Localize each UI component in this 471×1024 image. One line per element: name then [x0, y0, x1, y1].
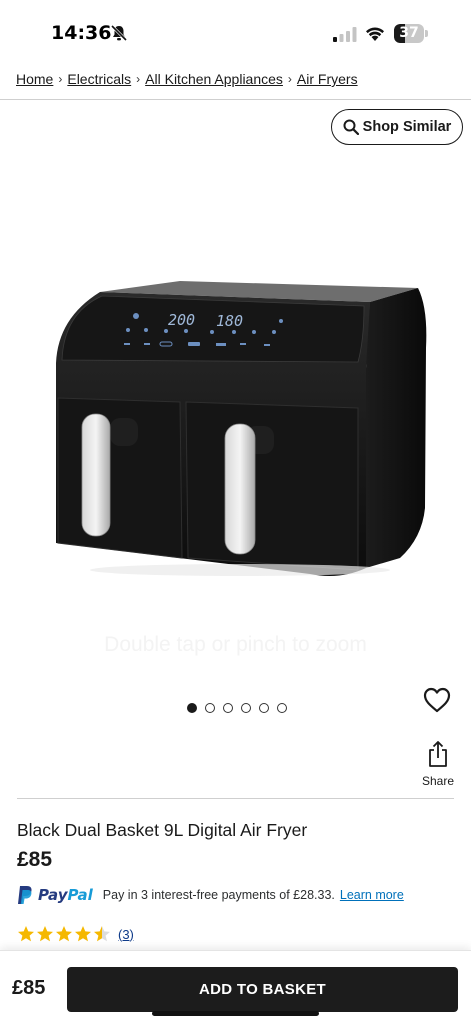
display-temp-left: 200: [168, 311, 195, 329]
home-indicator: [152, 1011, 319, 1016]
paypal-text: Pay in 3 interest-free payments of £28.3…: [102, 888, 335, 902]
breadcrumb-separator: ›: [287, 72, 292, 86]
star-icon: [75, 926, 91, 942]
carousel-dot[interactable]: [223, 703, 233, 713]
zoom-hint: Double tap or pinch to zoom: [104, 633, 367, 656]
product-image[interactable]: 200 180: [40, 268, 440, 588]
heart-icon[interactable]: [422, 686, 452, 714]
share-icon: [429, 741, 447, 767]
shop-similar-label: Shop Similar: [362, 119, 452, 135]
product-price: £85: [17, 848, 53, 871]
paypal-logo: PayPal: [38, 886, 93, 904]
carousel-dot[interactable]: [277, 703, 287, 713]
shop-similar-button[interactable]: Shop Similar: [331, 109, 463, 145]
breadcrumb-separator: ›: [136, 72, 141, 86]
share-button[interactable]: Share: [415, 740, 461, 790]
breadcrumb-kitchen-appliances[interactable]: All Kitchen Appliances: [145, 71, 283, 87]
star-icon: [56, 926, 72, 942]
breadcrumb-air-fryers[interactable]: Air Fryers: [297, 71, 358, 87]
paypal-logo-icon: [18, 886, 32, 904]
battery-level: 37: [399, 25, 419, 41]
breadcrumb-divider: [0, 99, 471, 100]
status-bar: 14:36 37: [0, 0, 471, 64]
breadcrumb-home[interactable]: Home: [16, 71, 53, 87]
breadcrumb-separator: ›: [58, 72, 63, 86]
share-label: Share: [421, 774, 455, 788]
carousel-dot[interactable]: [205, 703, 215, 713]
star-icon: [37, 926, 53, 942]
cellular-signal-icon: [333, 27, 357, 42]
wifi-icon: [366, 27, 384, 41]
carousel-dot[interactable]: [241, 703, 251, 713]
status-time: 14:36: [51, 22, 112, 44]
carousel-dot[interactable]: [259, 703, 269, 713]
search-icon: [343, 119, 359, 135]
paypal-logo-pal: Pal: [67, 886, 93, 904]
star-icon: [94, 926, 110, 942]
star-icon: [18, 926, 34, 942]
paypal-learn-more-link[interactable]: Learn more: [340, 888, 404, 902]
bell-slash-icon: [110, 24, 128, 42]
battery-icon: 37: [394, 24, 428, 43]
product-title: Black Dual Basket 9L Digital Air Fryer: [17, 820, 308, 840]
carousel-dots: [187, 703, 287, 713]
display-temp-right: 180: [216, 312, 243, 330]
star-rating: [17, 925, 111, 943]
paypal-logo-pay: Pay: [38, 886, 68, 904]
paypal-message: PayPal Pay in 3 interest-free payments o…: [17, 884, 404, 906]
carousel-dot[interactable]: [187, 703, 197, 713]
info-divider: [17, 798, 454, 799]
review-count-link[interactable]: (3): [118, 927, 134, 942]
add-to-basket-button[interactable]: ADD TO BASKET: [67, 967, 458, 1012]
footer-price: £85: [12, 977, 46, 999]
rating[interactable]: (3): [17, 923, 134, 945]
breadcrumb-electricals[interactable]: Electricals: [67, 71, 131, 87]
breadcrumb: Home › Electricals › All Kitchen Applian…: [16, 68, 358, 90]
